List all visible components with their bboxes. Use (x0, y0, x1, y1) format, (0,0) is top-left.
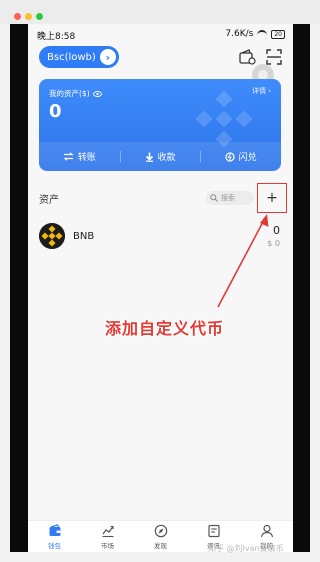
user-icon (260, 524, 273, 537)
total-balance: 0 (49, 101, 62, 122)
window-frame: 晚上8:58 7.6K/s 20 Bsc(lowb) › 我的资产($) 详情 … (0, 0, 320, 562)
chevron-right-icon: › (99, 49, 116, 65)
battery-icon: 20 (271, 29, 285, 39)
swap-label: 闪兑 (238, 153, 257, 163)
zoom-window-button[interactable] (36, 13, 43, 20)
chart-icon (102, 525, 114, 537)
scan-icon[interactable] (265, 48, 283, 66)
balance-card: 我的资产($) 详情 › 0 转账 收款 闪兑 (39, 79, 281, 171)
plus-icon: + (266, 190, 278, 206)
detail-link-label: 详情 (251, 87, 266, 95)
receive-label: 收款 (157, 153, 176, 163)
search-icon (210, 194, 218, 202)
swap-button[interactable]: 闪兑 (200, 142, 281, 171)
chevron-right-icon: › (268, 87, 271, 95)
detail-link[interactable]: 详情 › (252, 86, 271, 96)
letterbox-right (293, 24, 310, 552)
tab-discover[interactable]: 发现 (134, 521, 187, 552)
wallet-manage-icon[interactable] (238, 48, 256, 66)
transfer-icon (63, 152, 74, 161)
compass-icon (154, 524, 167, 537)
status-bar: 晚上8:58 7.6K/s 20 (28, 24, 293, 44)
tab-market-label: 市场 (101, 541, 114, 550)
eye-icon[interactable] (92, 90, 102, 97)
tab-discover-label: 发现 (154, 541, 167, 550)
balance-label: 我的资产($) (49, 89, 90, 98)
phone-screen: 晚上8:58 7.6K/s 20 Bsc(lowb) › 我的资产($) 详情 … (28, 24, 293, 552)
wallet-name: Bsc(lowb) (47, 51, 96, 63)
receive-button[interactable]: 收款 (119, 142, 201, 171)
status-time: 晚上8:58 (37, 32, 76, 42)
annotation-callout: 添加自定义代币 (105, 319, 225, 338)
assets-section-title: 资产 (39, 195, 59, 206)
network-speed: 7.6K/s (225, 29, 254, 39)
status-indicators: 7.6K/s 20 (225, 29, 285, 39)
letterbox-left (10, 24, 28, 552)
source-watermark: 知乎 @刘Ivan爱聊币 (208, 544, 284, 553)
balance-label-row: 我的资产($) (49, 88, 102, 99)
window-titlebar (0, 0, 320, 24)
card-action-bar: 转账 收款 闪兑 (39, 142, 281, 171)
tab-wallet-label: 钱包 (48, 541, 61, 550)
wifi-icon (257, 30, 268, 38)
tab-wallet[interactable]: 钱包 (28, 521, 81, 552)
asset-search-input[interactable]: 搜索 (206, 191, 254, 205)
bnb-token-logo-icon (39, 223, 65, 249)
add-token-button[interactable]: + (257, 183, 287, 213)
news-icon (207, 524, 220, 537)
transfer-label: 转账 (77, 153, 96, 163)
receive-icon (145, 152, 153, 162)
token-name: BNB (73, 231, 95, 242)
tab-market[interactable]: 市场 (81, 521, 134, 552)
transfer-button[interactable]: 转账 (39, 142, 120, 171)
search-placeholder: 搜索 (221, 194, 235, 202)
close-window-button[interactable] (14, 13, 21, 20)
swap-icon (225, 151, 235, 162)
token-usd-value: $ 0 (267, 239, 280, 248)
minimize-window-button[interactable] (25, 13, 32, 20)
token-amount: 0 (273, 224, 280, 237)
wallet-selector-button[interactable]: Bsc(lowb) › (39, 46, 119, 68)
token-row[interactable]: BNB 0 $ 0 (39, 223, 282, 251)
wallet-icon (49, 523, 60, 536)
bnb-watermark-icon (195, 90, 253, 148)
